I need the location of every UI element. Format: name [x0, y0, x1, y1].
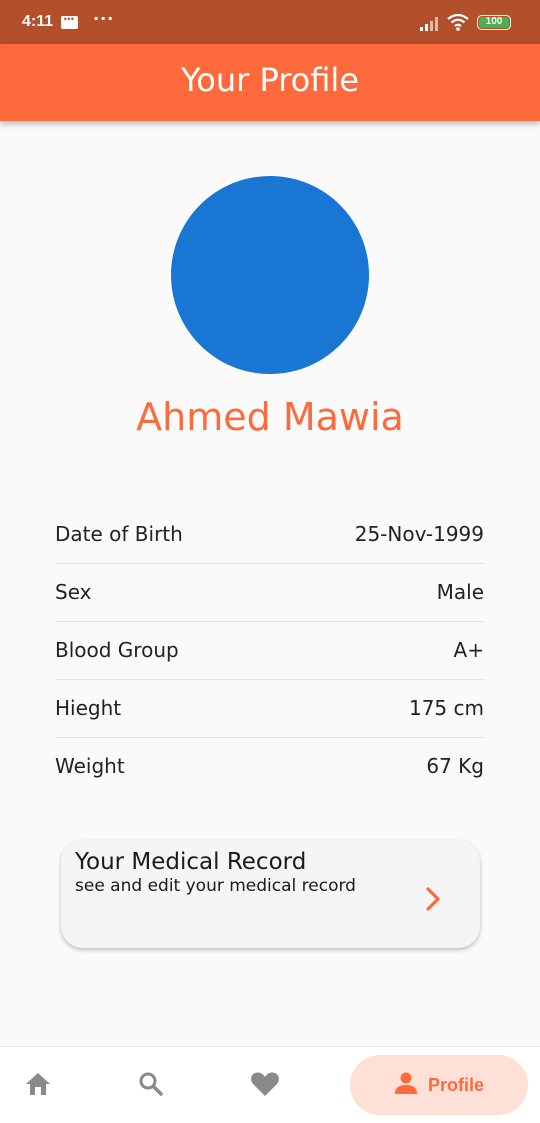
info-label: Hieght	[55, 696, 122, 720]
status-bar: 4:11 ··· 100	[0, 0, 540, 44]
info-value: A+	[453, 638, 484, 662]
medical-record-title: Your Medical Record	[75, 849, 307, 875]
info-row-height: Hieght 175 cm	[55, 680, 484, 738]
status-time: 4:11	[22, 13, 54, 30]
avatar[interactable]	[171, 176, 369, 374]
nav-search-button[interactable]	[133, 1047, 169, 1123]
search-icon	[138, 1071, 164, 1101]
user-name: Ahmed Mawia	[136, 395, 404, 439]
more-notifications-icon: ···	[93, 9, 115, 28]
bottom-navigation: Profile	[0, 1046, 540, 1123]
info-value: 175 cm	[408, 696, 484, 720]
wifi-icon	[447, 13, 469, 35]
info-row-sex: Sex Male	[55, 564, 484, 622]
medical-record-subtitle: see and edit your medical record	[75, 876, 356, 896]
medical-record-card[interactable]: Your Medical Record see and edit your me…	[61, 840, 480, 948]
battery-icon: 100	[477, 15, 511, 30]
nav-favorites-button[interactable]	[247, 1047, 283, 1123]
info-row-weight: Weight 67 Kg	[55, 738, 484, 796]
chevron-right-icon[interactable]	[425, 886, 441, 916]
nav-profile-button[interactable]: Profile	[350, 1055, 528, 1115]
info-value: Male	[436, 580, 484, 604]
info-label: Date of Birth	[55, 522, 183, 546]
battery-level: 100	[479, 17, 509, 28]
info-row-blood-group: Blood Group A+	[55, 622, 484, 680]
info-value: 67 Kg	[426, 754, 484, 778]
home-icon	[24, 1071, 52, 1101]
page-title: Your Profile	[181, 61, 359, 99]
profile-info-list: Date of Birth 25-Nov-1999 Sex Male Blood…	[55, 506, 484, 796]
info-row-date-of-birth: Date of Birth 25-Nov-1999	[55, 506, 484, 564]
info-label: Sex	[55, 580, 92, 604]
info-label: Blood Group	[55, 638, 179, 662]
nav-home-button[interactable]	[20, 1047, 56, 1123]
heart-icon	[250, 1070, 280, 1101]
app-bar: Your Profile	[0, 44, 540, 121]
nav-profile-label: Profile	[427, 1074, 484, 1095]
info-value: 25-Nov-1999	[354, 522, 484, 546]
message-icon	[61, 9, 78, 29]
info-label: Weight	[55, 754, 125, 778]
signal-icon	[420, 16, 440, 35]
person-icon	[394, 1071, 418, 1099]
